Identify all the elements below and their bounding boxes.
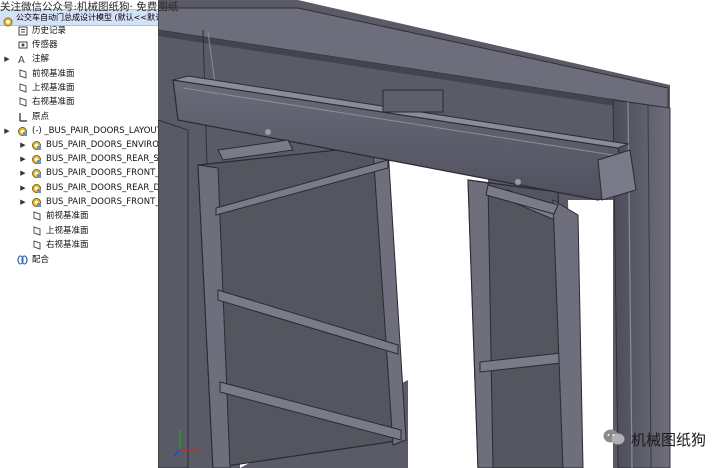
part-icon — [31, 197, 41, 207]
expand-arrow-icon[interactable]: ▶ — [19, 181, 27, 195]
expand-arrow-icon[interactable]: ▶ — [19, 138, 27, 152]
tree-item-top-plane[interactable]: 上视基准面 — [0, 81, 158, 95]
tree-item-origin[interactable]: 原点 — [0, 110, 158, 124]
part-icon — [31, 154, 41, 164]
tree-item-label: BUS_PAIR_DOORS_ENVIRONI — [46, 140, 159, 150]
tree-item-right-plane[interactable]: 右视基准面 — [0, 95, 158, 109]
tree-item-annotations[interactable]: ▶ A 注解 — [0, 52, 158, 66]
tree-item-label: 前视基准面 — [32, 69, 75, 79]
expand-arrow-icon[interactable]: ▶ — [19, 166, 27, 180]
tree-item-asm-right-plane[interactable]: 右视基准面 — [0, 238, 158, 252]
tree-item-label: (-) _BUS_PAIR_DOORS_LAYOUT_1< — [32, 126, 158, 136]
tree-item-label: 右视基准面 — [46, 240, 89, 250]
mates-icon — [17, 255, 28, 265]
origin-icon — [18, 112, 28, 122]
svg-text:A: A — [18, 55, 25, 64]
tree-item-label: 原点 — [32, 112, 50, 122]
tree-item-rear-door[interactable]: ▶ BUS_PAIR_DOORS_REAR_DOO — [0, 181, 158, 195]
bolt — [515, 179, 521, 185]
history-icon — [18, 26, 28, 36]
tree-item-sensors[interactable]: 传感器 — [0, 38, 158, 52]
part-icon — [31, 168, 41, 178]
part-icon — [31, 140, 41, 150]
tree-item-environment[interactable]: ▶ BUS_PAIR_DOORS_ENVIRONI — [0, 138, 158, 152]
tree-item-history[interactable]: 历史记录 — [0, 24, 158, 38]
tree-item-label: BUS_PAIR_DOORS_REAR_SHA — [46, 154, 159, 164]
graphics-viewport[interactable] — [158, 0, 720, 468]
tree-item-label: 传感器 — [32, 40, 58, 50]
tree-item-label: BUS_PAIR_DOORS_FRONT_SH — [46, 168, 159, 178]
tree-item-asm-front-plane[interactable]: 前视基准面 — [0, 209, 158, 223]
plane-icon — [18, 97, 28, 107]
tree-item-label: 前视基准面 — [46, 211, 89, 221]
plane-icon — [32, 226, 42, 236]
part-icon — [31, 183, 41, 193]
left-door-leaf — [197, 144, 404, 468]
part-icon — [17, 126, 27, 136]
tree-item-label: 历史记录 — [32, 26, 67, 36]
tree-item-label: BUS_PAIR_DOORS_REAR_DOO — [46, 183, 158, 193]
tree-item-mates[interactable]: 配合 — [0, 253, 158, 267]
tree-item-rear-shaft[interactable]: ▶ BUS_PAIR_DOORS_REAR_SHA — [0, 152, 158, 166]
brand-name: 机械图纸狗 — [630, 430, 706, 449]
expand-arrow-icon[interactable]: ▶ — [19, 195, 27, 209]
tree-item-label: 上视基准面 — [32, 83, 75, 93]
tree-item-label: 右视基准面 — [32, 97, 75, 107]
expand-arrow-icon[interactable]: ▶ — [3, 52, 11, 66]
tree-item-asm-top-plane[interactable]: 上视基准面 — [0, 224, 158, 238]
plane-icon — [32, 211, 42, 221]
tree-item-label: 上视基准面 — [46, 226, 89, 236]
plane-icon — [32, 240, 42, 250]
wechat-icon — [603, 428, 625, 450]
tree-item-front-plane[interactable]: 前视基准面 — [0, 67, 158, 81]
tree-item-front-door[interactable]: ▶ BUS_PAIR_DOORS_FRONT_DO — [0, 195, 158, 209]
tree-item-front-shaft[interactable]: ▶ BUS_PAIR_DOORS_FRONT_SH — [0, 166, 158, 180]
bolt — [265, 129, 271, 135]
tree-item-label: 配合 — [32, 255, 50, 265]
plane-icon — [18, 69, 28, 79]
left-post — [158, 119, 189, 468]
door-assembly-model — [158, 0, 671, 468]
bracket-plate — [382, 89, 444, 113]
plane-icon — [18, 83, 28, 93]
tree-item-layout[interactable]: ▶ (-) _BUS_PAIR_DOORS_LAYOUT_1< — [0, 124, 158, 138]
axis-triad-icon — [172, 420, 212, 460]
brand-badge: 机械图纸狗 — [603, 428, 706, 450]
sensor-icon — [18, 40, 28, 50]
expand-arrow-icon[interactable]: ▶ — [19, 152, 27, 166]
tree-item-label: BUS_PAIR_DOORS_FRONT_DO — [46, 197, 158, 207]
watermark-text: 关注微信公众号:机械图纸狗· 免费图纸 — [0, 1, 179, 13]
expand-arrow-icon[interactable]: ▶ — [3, 124, 11, 138]
annotation-icon: A — [18, 54, 28, 66]
tree-item-label: 注解 — [32, 54, 50, 64]
feature-manager-tree: 公交车自动门总成设计模型 (默认<<默认 历史记录 传感器 ▶ A 注解 前视基… — [0, 0, 159, 468]
